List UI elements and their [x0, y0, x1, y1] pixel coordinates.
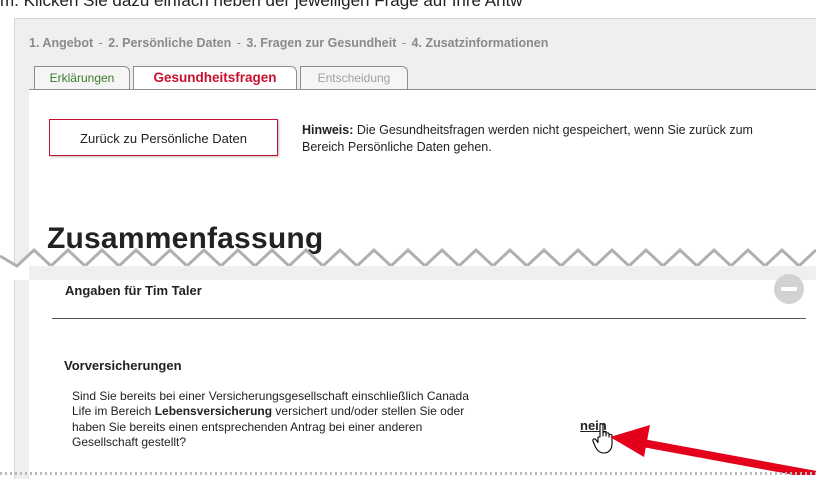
step-separator: -	[236, 36, 241, 50]
tab-erklaerungen[interactable]: Erklärungen	[34, 66, 130, 89]
step-3: 3. Fragen zur Gesundheit	[246, 36, 397, 50]
person-section-header[interactable]: Angaben für Tim Taler	[52, 274, 806, 319]
red-arrow-icon	[610, 425, 816, 475]
tab-gesundheitsfragen[interactable]: Gesundheitsfragen	[133, 66, 297, 90]
top-instruction-text: m. Klicken Sie dazu einfach neben der je…	[0, 0, 523, 10]
hint-label: Hinweis:	[302, 123, 354, 137]
arrow-shaft	[628, 437, 816, 475]
hint-text: Hinweis: Die Gesundheitsfragen werden ni…	[302, 122, 772, 156]
hint-body: Die Gesundheitsfragen werden nicht gespe…	[302, 123, 753, 154]
step-separator: -	[401, 36, 407, 50]
collapse-minus-icon[interactable]	[774, 274, 804, 304]
back-to-personal-data-button[interactable]: Zurück zu Persönliche Daten	[49, 119, 278, 156]
step-separator: -	[98, 36, 103, 50]
person-label: Angaben für Tim Taler	[65, 283, 202, 298]
step-1: 1. Angebot	[29, 36, 94, 50]
section-title: Vorversicherungen	[64, 358, 182, 373]
step-4: 4. Zusatzinformationen	[411, 36, 549, 50]
step-breadcrumb: 1. Angebot - 2. Persönliche Daten - 3. F…	[29, 36, 548, 50]
question-bold: Lebensversicherung	[154, 404, 273, 419]
arrow-head	[610, 425, 650, 457]
step-2: 2. Persönliche Daten	[108, 36, 232, 50]
question-text: Sind Sie bereits bei einer Versicherungs…	[72, 389, 472, 450]
torn-edge-zigzag	[0, 247, 816, 280]
tab-entscheidung: Entscheidung	[300, 66, 408, 89]
